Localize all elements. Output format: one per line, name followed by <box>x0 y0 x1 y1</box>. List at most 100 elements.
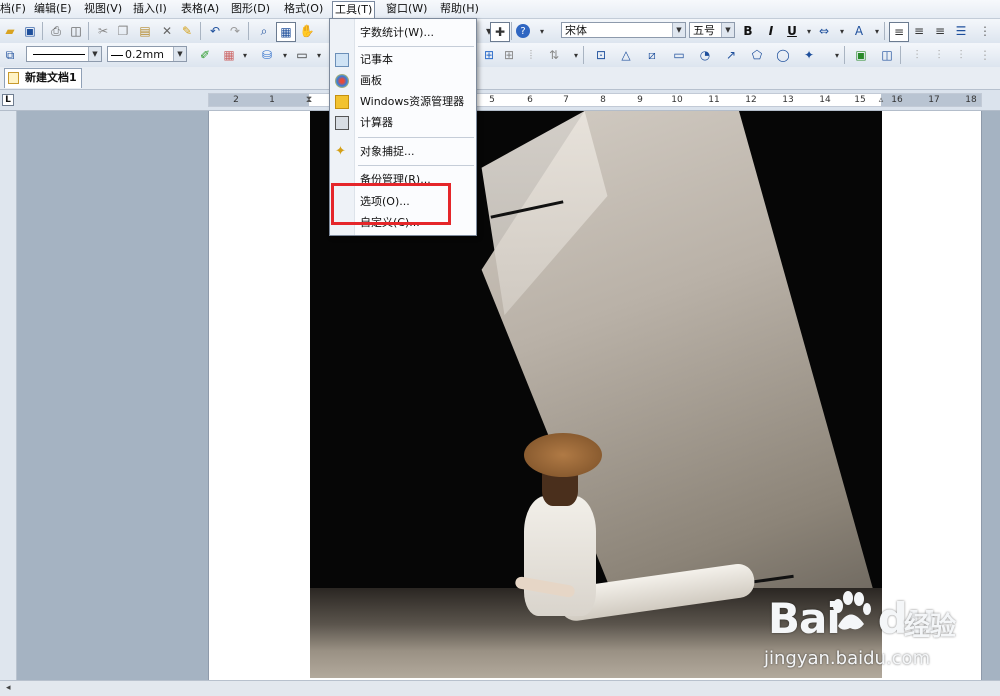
align-objects-icon[interactable]: ⫶ <box>908 46 926 64</box>
toolbar-separator <box>900 46 901 64</box>
ruler-number: 15 <box>854 95 866 105</box>
align-center-icon[interactable]: ≡ <box>910 22 928 40</box>
shape-triangle-icon[interactable]: △ <box>617 46 635 64</box>
font-color-icon[interactable]: A <box>850 22 868 40</box>
menu-tools[interactable]: 工具(T) <box>332 1 376 18</box>
ungroup-icon[interactable]: ⫶ <box>952 46 970 64</box>
snap-icon[interactable]: ✚ <box>490 22 510 42</box>
bold-button[interactable]: B <box>739 22 757 40</box>
menu-graphics[interactable]: 图形(D) <box>231 2 270 16</box>
tab-stop-selector[interactable]: L <box>2 94 14 106</box>
edit-shape-icon[interactable]: ⧉ <box>1 46 19 64</box>
shadow-dropdown-icon[interactable]: ▾ <box>310 46 328 64</box>
open-folder-icon[interactable]: ▰ <box>1 22 19 40</box>
toolbar-separator <box>511 22 512 40</box>
ruler-number: 2 <box>233 95 239 105</box>
char-spacing-icon[interactable]: ⇔ <box>815 22 833 40</box>
line-width-combo[interactable]: 0.2mm ▼ <box>107 46 187 62</box>
ruler-number: 13 <box>782 95 794 105</box>
italic-button[interactable]: I <box>762 22 780 40</box>
undo-icon[interactable]: ↶ <box>206 22 224 40</box>
fill-bucket-icon[interactable]: ⛁ <box>258 46 276 64</box>
vertical-ruler[interactable] <box>0 111 17 680</box>
delete-icon[interactable]: ✕ <box>158 22 176 40</box>
scroll-left-icon[interactable]: ◂ <box>6 683 11 693</box>
hand-pan-icon[interactable]: ✋ <box>298 22 316 40</box>
ruler-indent-marker-icon[interactable]: ⧗ <box>301 94 317 106</box>
shape-line-icon[interactable]: ⧄ <box>643 46 661 64</box>
ruler-number: 14 <box>819 95 831 105</box>
print-preview-icon[interactable]: ◫ <box>67 22 85 40</box>
align-left-icon[interactable]: ≡ <box>889 22 909 42</box>
grid-icon[interactable]: ▦ <box>276 22 296 42</box>
insert-image-icon[interactable]: ▣ <box>852 46 870 64</box>
more-toolbar-icon[interactable]: ⋮ <box>976 22 994 40</box>
cut-icon[interactable]: ✂ <box>94 22 112 40</box>
shape-callout-icon[interactable]: ▭ <box>670 46 688 64</box>
menu-edit[interactable]: 编辑(E) <box>34 2 72 16</box>
shadow-icon[interactable]: ▭ <box>293 46 311 64</box>
copy-icon[interactable]: ❐ <box>114 22 132 40</box>
toolbar-separator <box>583 46 584 64</box>
format-painter-icon[interactable]: ✎ <box>178 22 196 40</box>
align-right-icon[interactable]: ≡ <box>931 22 949 40</box>
shape-star-icon[interactable]: ✦ <box>800 46 818 64</box>
line-width-dropdown-icon[interactable]: ▼ <box>173 47 186 61</box>
font-name-dropdown-icon[interactable]: ▼ <box>672 23 685 37</box>
menu-table[interactable]: 表格(A) <box>181 2 219 16</box>
menu-view[interactable]: 视图(V) <box>84 2 122 16</box>
menu-item-label: 记事本 <box>360 53 393 66</box>
shape-ellipse-icon[interactable]: ◯ <box>774 46 792 64</box>
save-icon[interactable]: ▣ <box>21 22 39 40</box>
group-icon[interactable]: ⫶ <box>930 46 948 64</box>
select-object-icon[interactable]: ⌕ <box>255 22 273 40</box>
menu-item-windows-explorer[interactable]: Windows资源管理器 <box>330 92 476 112</box>
menu-window[interactable]: 窗口(W) <box>386 2 427 16</box>
line-style-combo[interactable]: ▼ <box>26 46 102 62</box>
toolbar-separator <box>200 22 201 40</box>
document-edit-icon <box>8 72 19 84</box>
shape-polygon-icon[interactable]: ⬠ <box>748 46 766 64</box>
menu-item-notepad[interactable]: 记事本 <box>330 50 476 70</box>
line-color-icon[interactable]: ✐ <box>196 46 214 64</box>
help-dropdown-icon[interactable]: ▾ <box>533 22 551 40</box>
ruler-right-indent-icon[interactable]: ▵ <box>873 94 889 106</box>
insert-chart-icon[interactable]: ◫ <box>878 46 896 64</box>
menu-item-paint[interactable]: 画板 <box>330 71 476 91</box>
horizontal-scrollbar[interactable] <box>0 680 1000 696</box>
column-icon[interactable]: ⦙ <box>522 46 540 64</box>
toolbar-separator <box>844 46 845 64</box>
line-style-dropdown-icon[interactable]: ▼ <box>88 47 101 61</box>
table-grid-icon[interactable]: ⊞ <box>500 46 518 64</box>
font-name-combo[interactable]: 宋体 ▼ <box>561 22 686 38</box>
fill-bucket-dropdown-icon[interactable]: ▾ <box>276 46 294 64</box>
underline-button[interactable]: U <box>783 22 801 40</box>
shape-rectangle-icon[interactable]: ⊡ <box>592 46 610 64</box>
print-icon[interactable]: ⎙ <box>47 22 65 40</box>
menu-file[interactable]: 档(F) <box>0 2 26 16</box>
menu-item-object-snap[interactable]: ✦ 对象捕捉... <box>330 142 476 162</box>
distribute-icon[interactable]: ⊞ <box>480 46 498 64</box>
horizontal-ruler[interactable]: 2 1 ⧗ 3 5 6 7 8 9 10 11 12 13 14 15 ▵ 16… <box>208 93 982 107</box>
menu-insert[interactable]: 插入(I) <box>133 2 167 16</box>
menu-help[interactable]: 帮助(H) <box>440 2 479 16</box>
font-size-value: 五号 <box>693 24 715 37</box>
explorer-folder-icon <box>335 95 349 109</box>
help-icon[interactable]: ? <box>516 24 530 38</box>
ruler-number: 12 <box>745 95 757 105</box>
shape-arrow-icon[interactable]: ↗ <box>722 46 740 64</box>
sort-icon[interactable]: ⇅ <box>545 46 563 64</box>
char-spacing-dropdown-icon[interactable]: ▾ <box>833 22 851 40</box>
fill-dropdown-icon[interactable]: ▾ <box>236 46 254 64</box>
shape-curve-icon[interactable]: ◔ <box>696 46 714 64</box>
font-size-dropdown-icon[interactable]: ▼ <box>721 23 734 37</box>
paste-icon[interactable]: ▤ <box>136 22 154 40</box>
options-highlight-annotation <box>331 183 451 225</box>
justify-icon[interactable]: ☰ <box>952 22 970 40</box>
font-size-combo[interactable]: 五号 ▼ <box>689 22 735 38</box>
menu-format[interactable]: 格式(O) <box>284 2 323 16</box>
menu-item-calculator[interactable]: 计算器 <box>330 113 476 133</box>
menu-item-word-count[interactable]: 字数统计(W)... <box>330 23 476 43</box>
redo-icon[interactable]: ↷ <box>226 22 244 40</box>
rotate-icon[interactable]: ⋮ <box>976 46 994 64</box>
